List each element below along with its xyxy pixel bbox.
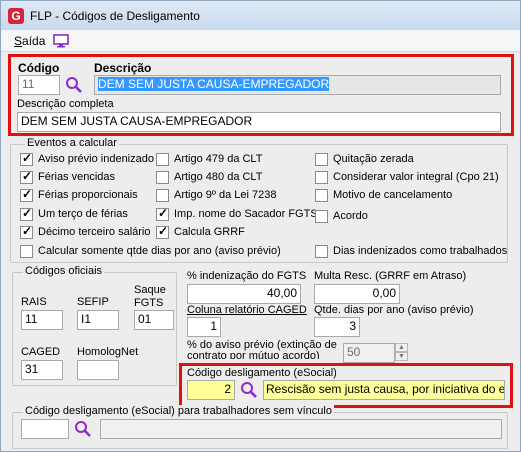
checkbox-label: Décimo terceiro salário (38, 226, 151, 238)
indenizacao-fgts-input[interactable]: 40,00 (187, 284, 301, 304)
codigo-input[interactable]: 11 (18, 75, 60, 95)
window-title: FLP - Códigos de Desligamento (30, 9, 200, 23)
checkbox-box[interactable] (156, 153, 169, 166)
aviso-extincao-label-2: contrato por mútuo acordo) (187, 350, 320, 359)
esocial-sem-vinculo-code-input[interactable] (21, 419, 69, 439)
checkbox-box[interactable] (20, 224, 33, 239)
sefip-input[interactable]: I1 (77, 310, 119, 330)
multa-resc-input[interactable]: 0,00 (314, 284, 400, 304)
checkbox-label: Artigo 479 da CLT (174, 153, 263, 165)
checkbox-box[interactable] (156, 189, 169, 202)
checkbox-label: Acordo (333, 210, 368, 222)
checkbox-label: Férias proporcionais (38, 189, 138, 201)
rais-input[interactable]: 11 (21, 310, 63, 330)
qtde-dias-label: Qtde. dias por ano (aviso prévio) (314, 304, 474, 316)
rais-label: RAIS (21, 296, 47, 308)
saque-label-1: Saque (134, 284, 166, 296)
menu-saida-label: aída (22, 34, 46, 48)
descricao-input[interactable]: DEM SEM JUSTA CAUSA-EMPREGADOR (94, 75, 501, 95)
checkbox-label: Quitação zerada (333, 153, 414, 165)
esocial-code-input[interactable]: 2 (187, 380, 235, 400)
checkbox-label: Calcula GRRF (174, 226, 245, 238)
caged-label: CAGED (21, 346, 61, 358)
checkbox-label: Artigo 480 da CLT (174, 171, 263, 183)
saque-label-2: FGTS (134, 297, 164, 309)
checkbox-label: Considerar valor integral (Cpo 21) (333, 171, 499, 183)
checkbox-label: Imp. nome do Sacador FGTS (174, 208, 318, 220)
checkbox-box[interactable] (315, 189, 328, 202)
aviso-extincao-input[interactable]: 50 (343, 343, 395, 363)
caged-input[interactable]: 31 (21, 360, 63, 380)
app-logo-icon: G (8, 8, 24, 24)
checkbox-box[interactable] (20, 151, 33, 166)
checkbox-label: Motivo de cancelamento (333, 189, 453, 201)
spin-up-icon[interactable]: ▲ (395, 343, 408, 352)
homolognet-label: HomologNet (77, 346, 139, 358)
multa-resc-label: Multa Resc. (GRRF em Atraso) (314, 270, 467, 282)
search-esocial-sem-vinculo-icon[interactable] (74, 420, 92, 438)
checkbox-box[interactable] (156, 206, 169, 221)
spin-down-icon[interactable]: ▼ (395, 352, 408, 361)
checkbox-label: Aviso prévio indenizado (38, 153, 154, 165)
indenizacao-fgts-label: % indenização do FGTS (187, 270, 307, 282)
menu-bar: Saída (1, 30, 520, 52)
esocial-description-input[interactable]: Rescisão sem justa causa, por iniciativa… (263, 380, 505, 400)
aviso-extincao-spinner[interactable]: ▲ ▼ (395, 343, 408, 361)
checkbox-label: Um terço de férias (38, 208, 128, 220)
checkbox-box[interactable] (315, 153, 328, 166)
monitor-icon[interactable] (53, 34, 69, 48)
codigos-oficiais-title: Códigos oficiais (23, 265, 105, 277)
checkbox-label: Artigo 9º da Lei 7238 (174, 189, 277, 201)
eventos-group-title: Eventos a calcular (25, 137, 119, 149)
sefip-label: SEFIP (77, 296, 109, 308)
checkbox-box[interactable] (156, 171, 169, 184)
checkbox-label: Férias vencidas (38, 171, 116, 183)
search-codigo-icon[interactable] (65, 76, 83, 94)
coluna-caged-input[interactable]: 1 (187, 317, 221, 337)
esocial-sem-vinculo-label: Código desligamento (eSocial) para traba… (23, 405, 334, 417)
checkbox-box[interactable] (315, 171, 328, 184)
checkbox-box[interactable] (315, 210, 328, 223)
main-window: G FLP - Códigos de Desligamento Saída Có… (0, 0, 521, 452)
search-esocial-icon[interactable] (240, 381, 258, 399)
qtde-dias-input[interactable]: 3 (314, 317, 360, 337)
descricao-completa-input[interactable]: DEM SEM JUSTA CAUSA-EMPREGADOR (17, 112, 501, 132)
descricao-label: Descrição (94, 61, 152, 75)
menu-saida[interactable]: Saída (14, 34, 45, 48)
homolognet-input[interactable] (77, 360, 119, 380)
codigo-label: Código (18, 61, 60, 75)
checkbox-box[interactable] (20, 187, 33, 202)
checkbox-box[interactable] (20, 245, 33, 258)
checkbox-box[interactable] (315, 245, 328, 258)
coluna-caged-label: Coluna relatório CAGED (187, 304, 307, 316)
esocial-sem-vinculo-description (100, 419, 502, 439)
saque-fgts-input[interactable]: 01 (134, 310, 174, 330)
descricao-selected-text: DEM SEM JUSTA CAUSA-EMPREGADOR (98, 77, 330, 91)
checkbox-label: Dias indenizados como trabalhados (333, 245, 508, 257)
checkbox-box[interactable] (20, 169, 33, 184)
descricao-completa-label: Descrição completa (17, 98, 114, 110)
checkbox-box[interactable] (156, 224, 169, 239)
checkbox-label: Calcular somente qtde dias por ano (avis… (38, 245, 281, 257)
title-bar: G FLP - Códigos de Desligamento (1, 1, 520, 30)
checkbox-box[interactable] (20, 206, 33, 221)
menu-saida-mnemonic: S (14, 34, 23, 48)
esocial-label: Código desligamento (eSocial) (187, 367, 337, 379)
